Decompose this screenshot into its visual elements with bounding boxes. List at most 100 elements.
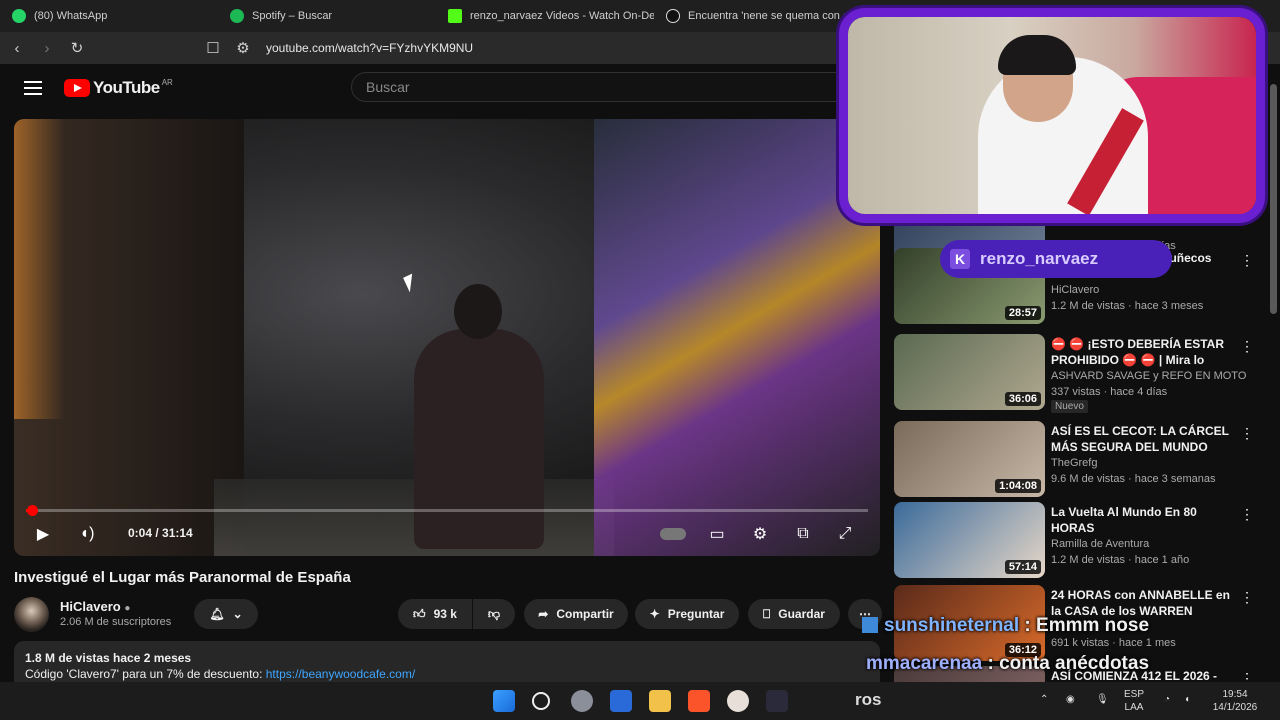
spotify-icon xyxy=(230,9,244,23)
site-settings-icon[interactable]: ⚙ xyxy=(230,35,256,61)
thumbs-down-icon: 👎︎ xyxy=(487,606,501,621)
recommended-meta: 691 k vistas · hace 1 mes xyxy=(1051,637,1176,649)
network-icon[interactable]: ◉ xyxy=(1066,693,1075,706)
subtitles-icon[interactable]: ▭ xyxy=(702,519,732,549)
save-button[interactable]: ⎕ Guardar xyxy=(748,599,840,629)
recommended-channel: HiClavero xyxy=(1051,284,1100,296)
obs-icon[interactable] xyxy=(766,690,788,712)
recommended-meta: 9.6 M de vistas · hace 3 semanas xyxy=(1051,473,1216,485)
more-options-icon[interactable]: ⋮ xyxy=(1240,252,1254,269)
verified-icon: ● xyxy=(124,603,131,614)
youtube-header: YouTube AR Buscar xyxy=(0,64,900,112)
recommended-meta: 337 vistas · hace 4 días xyxy=(1051,386,1168,398)
more-options-icon[interactable]: ⋮ xyxy=(1240,589,1254,606)
channel-name[interactable]: HiClavero ● xyxy=(60,599,130,614)
video-thumbnail[interactable]: 1:04:08 xyxy=(894,421,1045,497)
recommended-video[interactable]: 36:06 ⛔ ⛔ ¡ESTO DEBERÍA ESTAR PROHIBIDO ⛔… xyxy=(894,334,1260,413)
file-explorer-icon[interactable] xyxy=(649,690,671,712)
more-options-icon[interactable]: ⋮ xyxy=(1240,425,1254,442)
video-duration: 36:06 xyxy=(1004,392,1041,406)
clock[interactable]: 19:54 14/1/2026 xyxy=(1210,688,1260,714)
video-player[interactable]: ▶ ◖) 0:04 / 31:14 ▭ ⚙ ⧉ ⤢ xyxy=(14,119,880,556)
share-button[interactable]: ➦ Compartir xyxy=(524,599,628,629)
tray-chevron-icon[interactable]: ⌃ xyxy=(1040,693,1048,706)
forward-icon[interactable]: › xyxy=(34,35,60,61)
video-frame-light xyxy=(14,119,64,419)
like-count: 93 k xyxy=(433,607,457,621)
url-field[interactable]: youtube.com/watch?v=FYzhvYKM9NU xyxy=(266,41,473,55)
channel-row: HiClavero ● 2.06 M de suscriptores 🔔︎ ⌄ 👍… xyxy=(14,595,884,632)
search-input[interactable]: Buscar xyxy=(351,72,841,102)
play-icon[interactable]: ▶ xyxy=(28,519,58,549)
chevron-down-icon: ⌄ xyxy=(232,607,243,621)
app-icon[interactable] xyxy=(727,690,749,712)
tab-spotify[interactable]: Spotify – Buscar xyxy=(218,0,436,32)
recommended-video[interactable]: 57:14 La Vuelta Al Mundo En 80 HORAS Ramil… xyxy=(894,502,1260,580)
bookmark-icon[interactable]: ☐ xyxy=(200,35,226,61)
tab-whatsapp[interactable]: (80) WhatsApp xyxy=(0,0,218,32)
streamer-name: renzo_narvaez xyxy=(980,249,1099,268)
windows-taskbar: ros ⌃ ◉ 🎙︎ ESP LAA ◔ ◖ 19:54 14/1/2026 xyxy=(0,682,1280,720)
volume-icon[interactable]: ◖ xyxy=(1184,693,1190,706)
tab-kick[interactable]: renzo_narvaez Videos - Watch On-De xyxy=(436,0,654,32)
fullscreen-icon[interactable]: ⤢ xyxy=(830,519,860,549)
settings-icon[interactable]: ⚙ xyxy=(745,519,775,549)
chat-username: sunshineternal xyxy=(884,615,1020,636)
video-duration: 57:14 xyxy=(1004,560,1041,574)
search-icon[interactable] xyxy=(532,692,550,710)
video-duration: 28:57 xyxy=(1004,306,1041,320)
back-icon[interactable]: ‹ xyxy=(4,35,30,61)
clock-time: 19:54 xyxy=(1222,689,1248,700)
share-label: Compartir xyxy=(556,607,614,621)
layout-code: LAA xyxy=(1124,702,1144,713)
chat-username: mmacarenaa xyxy=(866,653,983,674)
video-title: Investigué el Lugar más Paranormal de Es… xyxy=(14,569,351,586)
channel-name-text: HiClavero xyxy=(60,599,121,614)
youtube-logo[interactable]: YouTube AR xyxy=(64,78,173,98)
tiktok-icon xyxy=(666,9,680,23)
language-indicator[interactable]: ESP LAA xyxy=(1124,688,1144,714)
recommended-title[interactable]: ASÍ ES EL CECOT: LA CÁRCEL MÁS SEGURA DE… xyxy=(1051,423,1233,455)
description-link[interactable]: https://beanywoodcafe.com/ xyxy=(266,667,415,681)
like-button[interactable]: 👍︎ 93 k xyxy=(398,599,472,629)
video-frame-person-head xyxy=(454,284,502,339)
tab-label: Spotify – Buscar xyxy=(252,10,333,22)
wifi-icon[interactable]: ◔ xyxy=(1164,693,1170,706)
recommended-title[interactable]: La Vuelta Al Mundo En 80 HORAS xyxy=(1051,504,1233,536)
dislike-button[interactable]: 👎︎ xyxy=(473,599,515,629)
notifications-button[interactable]: 🔔︎ ⌄ xyxy=(194,599,258,629)
whatsapp-icon xyxy=(12,9,26,23)
description-text: Código 'Clavero7' para un 7% de descuent… xyxy=(25,667,266,681)
lang-code: ESP xyxy=(1124,689,1145,700)
settings-icon[interactable] xyxy=(571,690,593,712)
recommended-meta: 1.2 M de vistas · hace 1 año xyxy=(1051,554,1190,566)
more-options-icon[interactable]: ⋮ xyxy=(1240,506,1254,523)
scrollbar-thumb[interactable] xyxy=(1270,84,1277,314)
video-duration: 1:04:08 xyxy=(995,479,1041,493)
page-scrollbar[interactable] xyxy=(1267,64,1280,682)
recommended-video[interactable]: 1:04:08 ASÍ ES EL CECOT: LA CÁRCEL MÁS SE… xyxy=(894,421,1260,499)
mouse-cursor-icon xyxy=(403,273,419,293)
video-thumbnail[interactable]: 36:06 xyxy=(894,334,1045,410)
video-thumbnail[interactable]: 57:14 xyxy=(894,502,1045,578)
logo-text: YouTube xyxy=(93,78,160,97)
volume-icon[interactable]: ◖) xyxy=(72,519,102,549)
menu-icon[interactable] xyxy=(24,81,42,95)
tab-label: renzo_narvaez Videos - Watch On-De xyxy=(470,10,654,22)
brave-browser-icon[interactable] xyxy=(688,690,710,712)
subscriber-count: 2.06 M de suscriptores xyxy=(60,616,172,628)
more-options-icon[interactable]: ⋮ xyxy=(1240,338,1254,355)
windows-start-icon[interactable] xyxy=(493,690,515,712)
sparkle-icon: ✦ xyxy=(649,607,660,621)
reload-icon[interactable]: ↻ xyxy=(64,35,90,61)
microphone-icon[interactable]: 🎙︎ xyxy=(1096,693,1109,706)
ask-button[interactable]: ✦ Preguntar xyxy=(635,599,739,629)
tab-label: Encuentra 'nene se quema con el m xyxy=(688,10,864,22)
chat-text: : conta anécdotas xyxy=(982,653,1150,674)
channel-avatar[interactable] xyxy=(14,597,49,632)
recommended-title[interactable]: ⛔ ⛔ ¡ESTO DEBERÍA ESTAR PROHIBIDO ⛔ ⛔ | … xyxy=(1051,336,1233,368)
description-line: Código 'Clavero7' para un 7% de descuent… xyxy=(25,666,869,682)
autoplay-toggle-icon[interactable] xyxy=(658,519,688,549)
store-icon[interactable] xyxy=(610,690,632,712)
theater-mode-icon[interactable]: ⧉ xyxy=(788,519,818,549)
